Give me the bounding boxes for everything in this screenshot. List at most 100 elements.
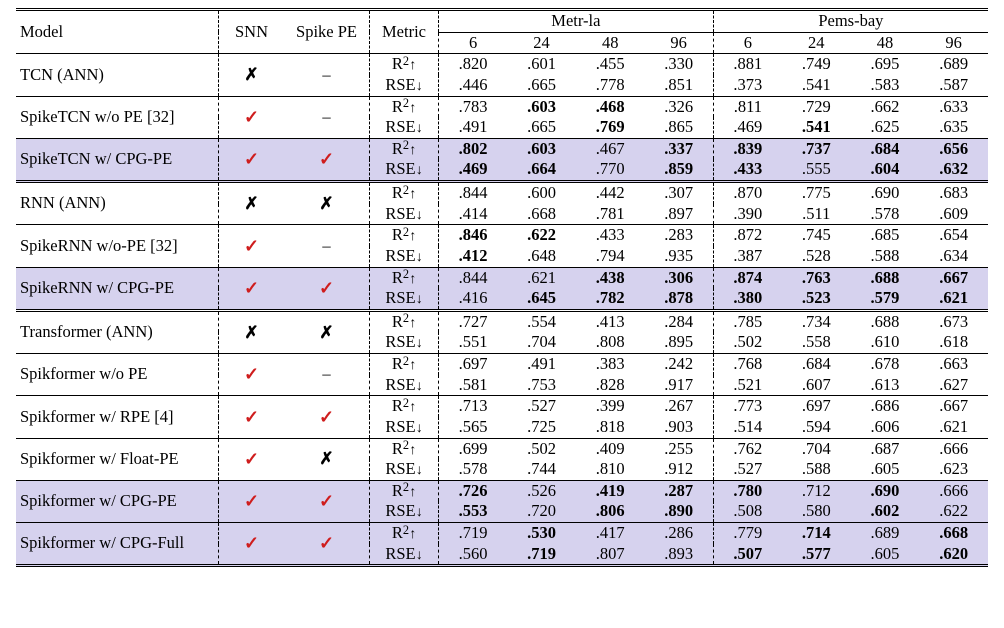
value-cell: .689: [919, 54, 988, 75]
value-cell: .607: [782, 375, 851, 396]
model-name: Spikformer w/ CPG-Full: [16, 523, 219, 566]
dash-icon: –: [322, 236, 330, 255]
value-cell: .594: [782, 417, 851, 438]
value-cell: .699: [439, 438, 508, 459]
value-cell: .511: [782, 204, 851, 225]
metric-r2: R2↑: [392, 139, 416, 158]
value-cell: .468: [576, 96, 645, 117]
value-cell: .442: [576, 182, 645, 204]
value-cell: .409: [576, 438, 645, 459]
model-name: RNN (ANN): [16, 182, 219, 225]
col-spike-pe: Spike PE: [284, 10, 370, 54]
metric-cell: RSE↓: [370, 288, 439, 310]
cross-icon: ✗: [244, 65, 258, 84]
metric-cell: RSE↓: [370, 544, 439, 566]
value-cell: .326: [645, 96, 714, 117]
value-cell: .734: [782, 310, 851, 332]
value-cell: .688: [851, 267, 920, 288]
check-icon: ✓: [244, 533, 259, 553]
value-cell: .634: [919, 246, 988, 267]
value-cell: .846: [439, 225, 508, 246]
value-cell: .621: [919, 288, 988, 310]
check-icon: ✓: [244, 407, 259, 427]
pe-cell: –: [284, 96, 370, 138]
value-cell: .897: [645, 204, 714, 225]
value-cell: .683: [919, 182, 988, 204]
value-cell: .414: [439, 204, 508, 225]
value-cell: .685: [851, 225, 920, 246]
value-cell: .610: [851, 332, 920, 353]
snn-cell: ✓: [219, 354, 285, 396]
value-cell: .811: [713, 96, 782, 117]
metric-cell: R2↑: [370, 96, 439, 117]
value-cell: .881: [713, 54, 782, 75]
value-cell: .438: [576, 267, 645, 288]
snn-cell: ✓: [219, 438, 285, 480]
metric-rse: RSE↓: [385, 417, 422, 436]
snn-cell: ✓: [219, 523, 285, 566]
value-cell: .469: [439, 159, 508, 181]
value-cell: .553: [439, 501, 508, 522]
value-cell: .773: [713, 396, 782, 417]
pe-cell: ✓: [284, 480, 370, 522]
value-cell: .666: [919, 438, 988, 459]
table-row: SpikeRNN w/o-PE [32]✓–R2↑.846.622.433.28…: [16, 225, 988, 246]
value-cell: .778: [576, 75, 645, 96]
value-cell: .508: [713, 501, 782, 522]
value-cell: .844: [439, 267, 508, 288]
metric-rse: RSE↓: [385, 288, 422, 307]
value-cell: .912: [645, 459, 714, 480]
value-cell: .768: [713, 354, 782, 375]
table-row: Spikformer w/ Float-PE✓✗R2↑.699.502.409.…: [16, 438, 988, 459]
pe-cell: ✗: [284, 182, 370, 225]
metric-rse: RSE↓: [385, 117, 422, 136]
value-cell: .587: [919, 75, 988, 96]
model-name: SpikeTCN w/ CPG-PE: [16, 138, 219, 181]
value-cell: .307: [645, 182, 714, 204]
value-cell: .828: [576, 375, 645, 396]
value-cell: .467: [576, 138, 645, 159]
pe-cell: ✓: [284, 523, 370, 566]
col-snn: SNN: [219, 10, 285, 54]
value-cell: .704: [782, 438, 851, 459]
cross-icon: ✗: [244, 323, 258, 342]
value-cell: .583: [851, 75, 920, 96]
check-icon: ✓: [244, 236, 259, 256]
value-cell: .666: [919, 480, 988, 501]
model-name: SpikeRNN w/o-PE [32]: [16, 225, 219, 267]
value-cell: .725: [507, 417, 576, 438]
model-name: Transformer (ANN): [16, 310, 219, 353]
value-cell: .808: [576, 332, 645, 353]
value-cell: .577: [782, 544, 851, 566]
pe-cell: ✓: [284, 396, 370, 438]
value-cell: .286: [645, 523, 714, 544]
metric-cell: RSE↓: [370, 332, 439, 353]
table-row: Spikformer w/ CPG-PE✓✓R2↑.726.526.419.28…: [16, 480, 988, 501]
metric-r2: R2↑: [392, 354, 416, 373]
value-cell: .697: [782, 396, 851, 417]
value-cell: .507: [713, 544, 782, 566]
value-cell: .903: [645, 417, 714, 438]
value-cell: .872: [713, 225, 782, 246]
value-cell: .818: [576, 417, 645, 438]
value-cell: .865: [645, 117, 714, 138]
dash-icon: –: [322, 107, 330, 126]
value-cell: .935: [645, 246, 714, 267]
value-cell: .609: [919, 204, 988, 225]
value-cell: .526: [507, 480, 576, 501]
value-cell: .627: [919, 375, 988, 396]
col-horizon: 96: [919, 32, 988, 54]
metric-rse: RSE↓: [385, 459, 422, 478]
snn-cell: ✓: [219, 480, 285, 522]
value-cell: .578: [851, 204, 920, 225]
value-cell: .763: [782, 267, 851, 288]
value-cell: .668: [919, 523, 988, 544]
value-cell: .753: [507, 375, 576, 396]
value-cell: .255: [645, 438, 714, 459]
check-icon: ✓: [244, 491, 259, 511]
value-cell: .613: [851, 375, 920, 396]
value-cell: .806: [576, 501, 645, 522]
table-row: Transformer (ANN)✗✗R2↑.727.554.413.284.7…: [16, 310, 988, 332]
check-icon: ✓: [319, 407, 334, 427]
value-cell: .565: [439, 417, 508, 438]
